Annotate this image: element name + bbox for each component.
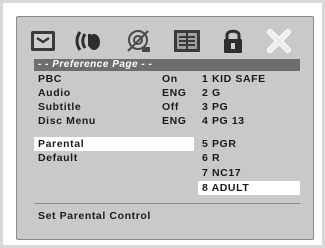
menu-item-disc-menu[interactable]: Disc Menu ENG [34, 114, 194, 128]
video-setup-icon[interactable] [124, 26, 154, 56]
menu-item-label: PBC [38, 73, 62, 85]
menu-item-label: Subtitle [38, 101, 82, 113]
menu-item-subtitle[interactable]: Subtitle Off [34, 100, 194, 114]
menu-item-label: Parental [38, 138, 85, 150]
menu-item-label: Default [38, 152, 78, 164]
menu-icon-bar [24, 22, 300, 62]
parental-option[interactable]: 6 R [198, 151, 300, 165]
password-lock-icon[interactable] [218, 26, 248, 56]
general-setup-icon[interactable] [28, 26, 58, 56]
exit-icon[interactable] [264, 26, 294, 56]
menu-item-label: Audio [38, 87, 71, 99]
menu-item-pbc[interactable]: PBC On [34, 72, 194, 86]
parental-option-selected[interactable]: 8 ADULT [198, 181, 300, 195]
menu-item-value: On [162, 73, 178, 85]
menu-item-default[interactable]: Default [34, 151, 194, 165]
status-text: Set Parental Control [38, 210, 151, 222]
parental-option[interactable]: 3 PG [198, 100, 300, 114]
preference-icon[interactable] [172, 26, 202, 56]
parental-option[interactable]: 5 PGR [198, 137, 300, 151]
audio-setup-icon[interactable] [74, 26, 104, 56]
parental-option[interactable]: 4 PG 13 [198, 114, 300, 128]
menu-item-label: Disc Menu [38, 115, 96, 127]
menu-item-parental[interactable]: Parental [34, 137, 194, 151]
parental-option[interactable]: 2 G [198, 86, 300, 100]
menu-item-value: ENG [162, 87, 187, 99]
status-divider [34, 203, 300, 204]
menu-item-value: Off [162, 101, 179, 113]
menu-item-audio[interactable]: Audio ENG [34, 86, 194, 100]
parental-option[interactable]: 7 NC17 [198, 166, 300, 180]
tv-screen: - - Preference Page - - PBC On Audio ENG… [0, 0, 325, 248]
parental-option[interactable]: 1 KID SAFE [198, 72, 300, 86]
menu-item-value: ENG [162, 115, 187, 127]
preference-page-header: - - Preference Page - - [34, 59, 300, 71]
